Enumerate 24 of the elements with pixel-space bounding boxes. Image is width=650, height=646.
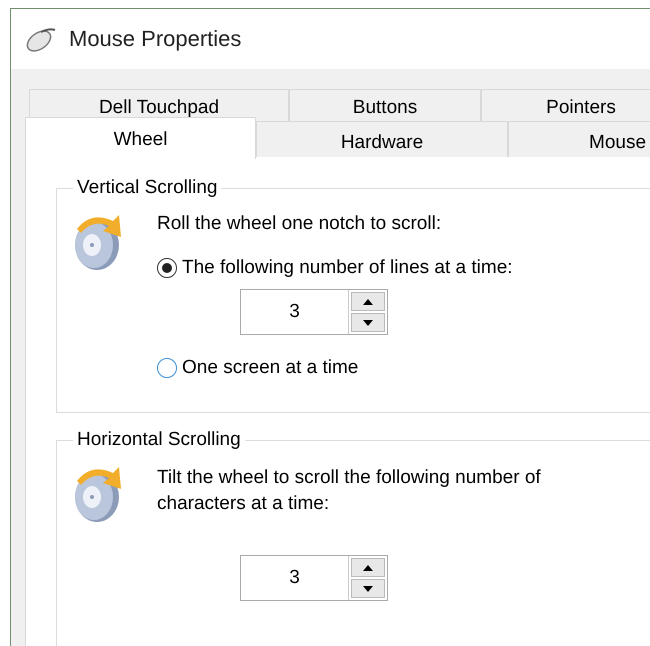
instruction-text: Roll the wheel one notch to scroll: bbox=[157, 213, 442, 235]
tab[interactable]: Hardware bbox=[256, 121, 508, 157]
up-arrow-icon bbox=[363, 564, 373, 570]
radio-label: One screen at a time bbox=[182, 357, 358, 379]
group-title: Vertical Scrolling bbox=[76, 177, 218, 199]
radio-button[interactable] bbox=[157, 258, 177, 278]
tab[interactable]: Mouse bbox=[508, 121, 650, 157]
radio-button[interactable] bbox=[157, 358, 177, 378]
number-spinner[interactable]: 3 bbox=[240, 289, 388, 335]
spinner-value: 3 bbox=[241, 290, 349, 334]
tab[interactable]: Wheel bbox=[25, 117, 256, 159]
number-spinner[interactable]: 3 bbox=[240, 555, 388, 601]
instruction-text: Tilt the wheel to scroll the following number of characters at a time: bbox=[157, 466, 542, 516]
spin-up-button[interactable] bbox=[351, 292, 385, 311]
up-arrow-icon bbox=[363, 298, 373, 304]
spinner-value: 3 bbox=[241, 556, 349, 600]
down-arrow-icon bbox=[363, 320, 373, 326]
down-arrow-icon bbox=[363, 586, 373, 592]
group-title: Horizontal Scrolling bbox=[76, 429, 242, 451]
spin-down-button[interactable] bbox=[351, 579, 385, 598]
window-title: Mouse Properties bbox=[69, 26, 242, 52]
spin-down-button[interactable] bbox=[351, 313, 385, 332]
spin-up-button[interactable] bbox=[351, 558, 385, 577]
radio-label: The following number of lines at a time: bbox=[182, 257, 513, 279]
